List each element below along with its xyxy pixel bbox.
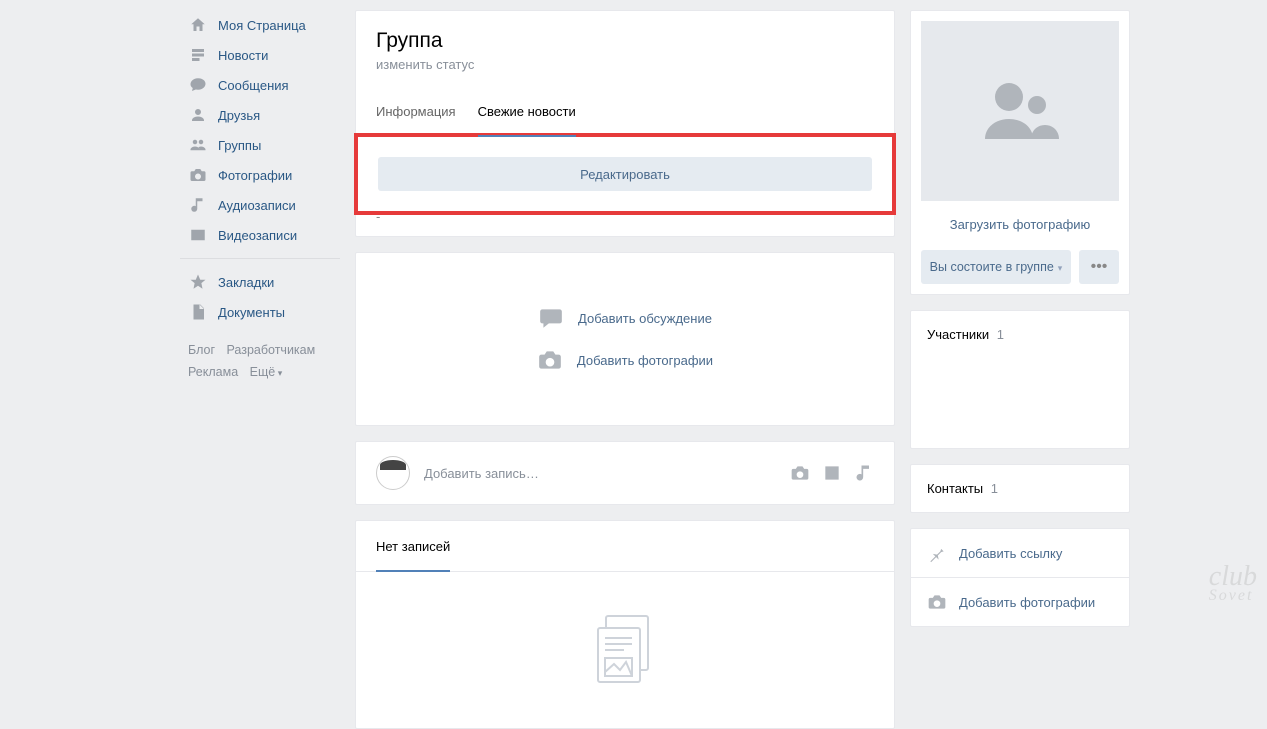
- no-posts-label: Нет записей: [376, 539, 450, 572]
- group-title: Группа: [376, 29, 874, 53]
- members-card[interactable]: Участники 1: [910, 310, 1130, 449]
- music-icon[interactable]: [854, 463, 874, 483]
- film-icon[interactable]: [822, 463, 842, 483]
- nav-label: Друзья: [218, 108, 260, 123]
- edit-button[interactable]: Редактировать: [378, 157, 872, 191]
- contacts-title: Контакты: [927, 481, 983, 496]
- nav-documents[interactable]: Документы: [180, 297, 340, 327]
- header-tabs: Информация Свежие новости: [376, 90, 874, 137]
- nav-bookmarks[interactable]: Закладки: [180, 267, 340, 297]
- main-column: Группа изменить статус Информация Свежие…: [355, 10, 895, 729]
- add-photos-label: Добавить фотографии: [577, 353, 713, 368]
- add-link-row[interactable]: Добавить ссылку: [911, 529, 1129, 577]
- footer-links: Блог Разработчикам Реклама Ещё: [180, 339, 340, 384]
- tab-info[interactable]: Информация: [376, 90, 456, 136]
- nav-groups[interactable]: Группы: [180, 130, 340, 160]
- nav-my-page[interactable]: Моя Страница: [180, 10, 340, 40]
- right-column: Загрузить фотографию Вы состоите в групп…: [910, 10, 1130, 729]
- video-icon: [188, 225, 208, 245]
- camera-icon: [927, 592, 947, 612]
- groups-icon: [188, 135, 208, 155]
- members-count: 1: [997, 327, 1004, 342]
- document-icon: [188, 302, 208, 322]
- members-title: Участники: [927, 327, 989, 342]
- speech-bubble-icon: [538, 305, 564, 331]
- dash-indicator: -: [356, 209, 894, 236]
- nav-label: Видеозаписи: [218, 228, 297, 243]
- nav-label: Сообщения: [218, 78, 289, 93]
- add-link-label: Добавить ссылку: [959, 546, 1062, 561]
- nav-label: Аудиозаписи: [218, 198, 296, 213]
- people-icon: [975, 75, 1065, 148]
- nav-messages[interactable]: Сообщения: [180, 70, 340, 100]
- friend-icon: [188, 105, 208, 125]
- nav-label: Новости: [218, 48, 268, 63]
- nav-friends[interactable]: Друзья: [180, 100, 340, 130]
- add-photos-link[interactable]: Добавить фотографии: [376, 347, 874, 373]
- contacts-count: 1: [991, 481, 998, 496]
- camera-icon: [537, 347, 563, 373]
- camera-icon[interactable]: [790, 463, 810, 483]
- footer-blog[interactable]: Блог: [188, 343, 215, 357]
- footer-developers[interactable]: Разработчикам: [227, 343, 316, 357]
- home-icon: [188, 15, 208, 35]
- links-card: Добавить ссылку Добавить фотографии: [910, 528, 1130, 627]
- post-attach-icons: [790, 463, 874, 483]
- nav-separator: [180, 258, 340, 259]
- camera-icon: [188, 165, 208, 185]
- news-icon: [188, 45, 208, 65]
- nav-label: Закладки: [218, 275, 274, 290]
- membership-button[interactable]: Вы состоите в группе: [921, 250, 1071, 284]
- empty-posts-illustration: [356, 572, 894, 728]
- nav-audio[interactable]: Аудиозаписи: [180, 190, 340, 220]
- add-discussion-label: Добавить обсуждение: [578, 311, 712, 326]
- nav-label: Документы: [218, 305, 285, 320]
- add-discussion-link[interactable]: Добавить обсуждение: [376, 305, 874, 331]
- nav-video[interactable]: Видеозаписи: [180, 220, 340, 250]
- post-input[interactable]: Добавить запись…: [424, 466, 776, 481]
- messages-icon: [188, 75, 208, 95]
- add-content-card: Добавить обсуждение Добавить фотографии: [355, 252, 895, 426]
- upload-photo-link[interactable]: Загрузить фотографию: [921, 201, 1119, 240]
- footer-more[interactable]: Ещё: [250, 365, 283, 379]
- change-status-link[interactable]: изменить статус: [376, 57, 874, 72]
- left-nav: Моя Страница Новости Сообщения Друзья Гр…: [180, 10, 340, 729]
- nav-photos[interactable]: Фотографии: [180, 160, 340, 190]
- nav-label: Фотографии: [218, 168, 292, 183]
- pin-icon: [927, 543, 947, 563]
- footer-ads[interactable]: Реклама: [188, 365, 238, 379]
- group-photo-placeholder[interactable]: [921, 21, 1119, 201]
- group-header-card: Группа изменить статус Информация Свежие…: [355, 10, 895, 237]
- edit-highlight-box: Редактировать: [354, 133, 896, 215]
- nav-label: Моя Страница: [218, 18, 306, 33]
- contacts-card[interactable]: Контакты 1: [910, 464, 1130, 513]
- tab-news[interactable]: Свежие новости: [478, 90, 576, 137]
- avatar: [376, 456, 410, 490]
- add-photos-right-label: Добавить фотографии: [959, 595, 1095, 610]
- add-photos-row[interactable]: Добавить фотографии: [911, 577, 1129, 626]
- star-icon: [188, 272, 208, 292]
- nav-news[interactable]: Новости: [180, 40, 340, 70]
- group-photo-card: Загрузить фотографию Вы состоите в групп…: [910, 10, 1130, 295]
- more-actions-button[interactable]: •••: [1079, 250, 1119, 284]
- nav-label: Группы: [218, 138, 261, 153]
- music-icon: [188, 195, 208, 215]
- post-input-card: Добавить запись…: [355, 441, 895, 505]
